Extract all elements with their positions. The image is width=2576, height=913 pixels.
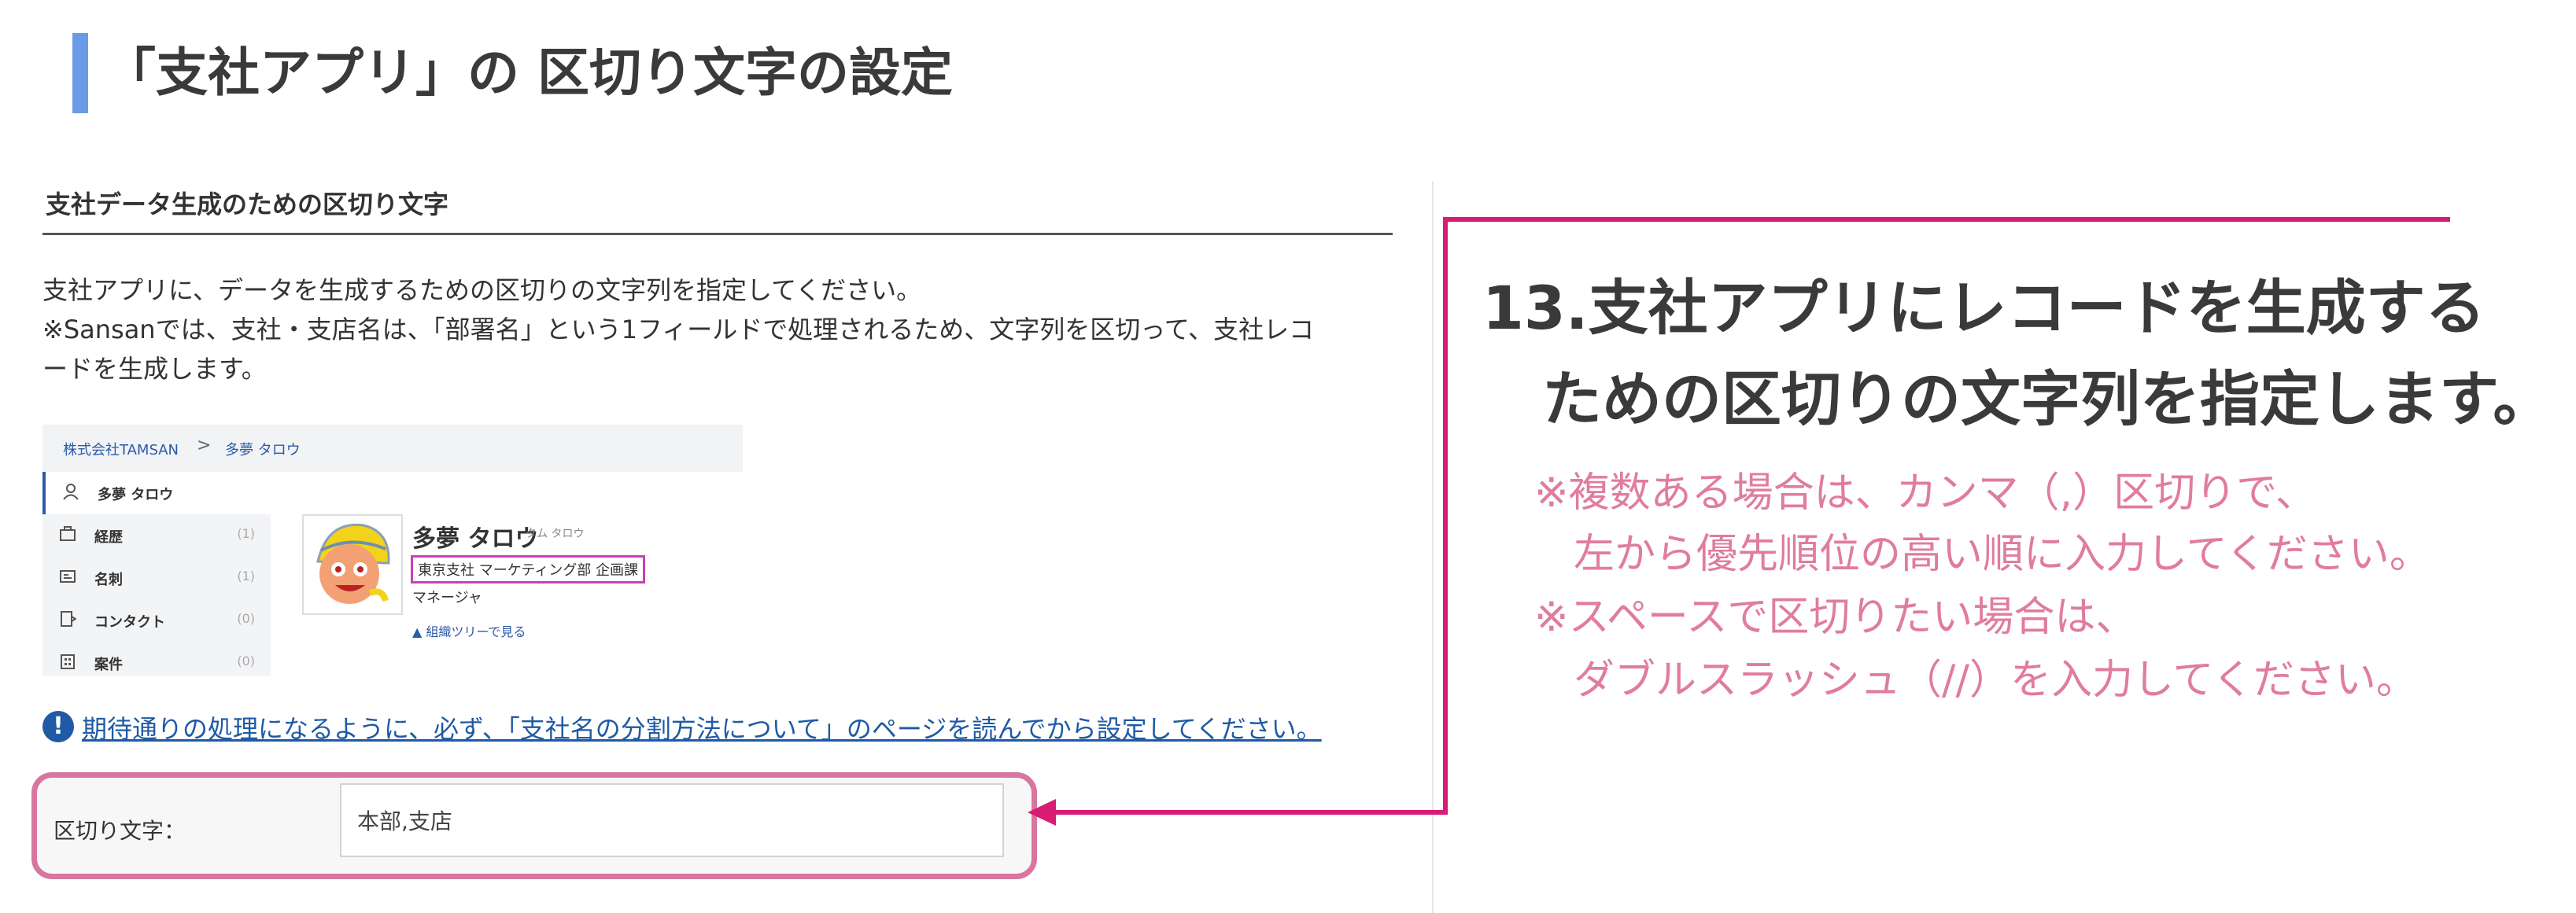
mini-sidebar-item-cards: 名刺 (1) (42, 557, 271, 599)
building-icon (58, 653, 77, 672)
mini-sidebar-item-profile: 多夢 タロウ (42, 472, 274, 514)
person-icon (61, 483, 80, 502)
split-method-guide-link[interactable]: 期待通りの処理になるように、必ず、「支社名の分割方法について」のページを読んでか… (82, 709, 1322, 745)
mini-sidebar-item-contact: コンタクト (0) (42, 599, 271, 642)
contact-icon (58, 610, 77, 629)
mini-sidebar-item-career: 経歴 (1) (42, 514, 271, 557)
mini-sidebar-count: (1) (237, 569, 255, 584)
org-tree-link: ▲ 組織ツリーで見る (412, 621, 526, 640)
section-heading: 支社データ生成のための区切り文字 (46, 190, 449, 219)
department-highlight: 東京支社 マーケティング部 企画課 (411, 555, 646, 584)
avatar (302, 514, 403, 615)
card-icon (58, 568, 77, 587)
callout-note-line-4: ダブルスラッシュ（//）を入力してください。 (1574, 657, 2417, 704)
breadcrumb-separator: > (197, 436, 212, 455)
callout-note-line-3: ※スペースで区切りたい場合は、 (1534, 594, 2137, 641)
callout-note-line-1: ※複数ある場合は、カンマ（,）区切りで、 (1534, 469, 2317, 517)
section-divider (42, 233, 1393, 235)
mini-sidebar-label: 名刺 (94, 572, 123, 588)
mini-sidebar: 多夢 タロウ 経歴 (1) 名刺 (1) コンタクト (0) 案件 (0) (42, 472, 274, 676)
delimiter-input[interactable] (340, 783, 1004, 857)
breadcrumb: 株式会社TAMSAN > 多夢 タロウ (42, 425, 743, 472)
delimiter-field-label: 区切り文字： (54, 818, 186, 844)
mini-sidebar-label: 案件 (94, 657, 123, 673)
job-title: マネージャ (412, 590, 482, 606)
briefcase-icon (58, 525, 77, 544)
breadcrumb-person: 多夢 タロウ (225, 442, 301, 458)
mini-sidebar-count: (0) (237, 653, 255, 668)
mini-sidebar-label: コンタクト (94, 614, 165, 631)
example-screenshot: 株式会社TAMSAN > 多夢 タロウ 多夢 タロウ 経歴 (1) 名刺 (1) (42, 425, 743, 676)
callout-line-horizontal (1054, 810, 1448, 815)
person-furigana: タム タロウ (526, 528, 585, 540)
mini-sidebar-label: 多夢 タロウ (98, 487, 174, 503)
org-tree-icon: ▲ (412, 624, 426, 639)
person-name: 多夢 タロウ (412, 525, 539, 553)
callout-main-line-1: 13.支社アプリにレコードを生成する (1482, 273, 2486, 343)
mini-sidebar-label: 経歴 (94, 529, 123, 546)
exclamation-icon: ! (42, 711, 74, 742)
callout-line-top (1443, 217, 2450, 222)
mini-sidebar-count: (0) (237, 611, 255, 626)
title-accent-bar (72, 33, 88, 113)
page-title: 「支社アプリ」の 区切り文字の設定 (104, 42, 953, 103)
mini-sidebar-item-deals: 案件 (0) (42, 642, 271, 684)
breadcrumb-company: 株式会社TAMSAN (63, 442, 179, 458)
callout-line-vertical (1443, 217, 1448, 815)
description-line-3: ードを生成します。 (42, 354, 267, 384)
arrow-left-icon (1028, 799, 1056, 826)
description-line-1: 支社アプリに、データを生成するための区切りの文字列を指定してください。 (42, 275, 922, 305)
description-line-2: ※Sansanでは、支社・支店名は、「部署名」という1フィールドで処理されるため… (42, 315, 1315, 344)
mini-sidebar-count: (1) (237, 526, 255, 541)
org-tree-label: 組織ツリーで見る (426, 624, 526, 639)
callout-main-line-2: ための区切りの文字列を指定します。 (1542, 364, 2553, 434)
callout-note-line-2: 左から優先順位の高い順に入力してください。 (1574, 531, 2430, 578)
